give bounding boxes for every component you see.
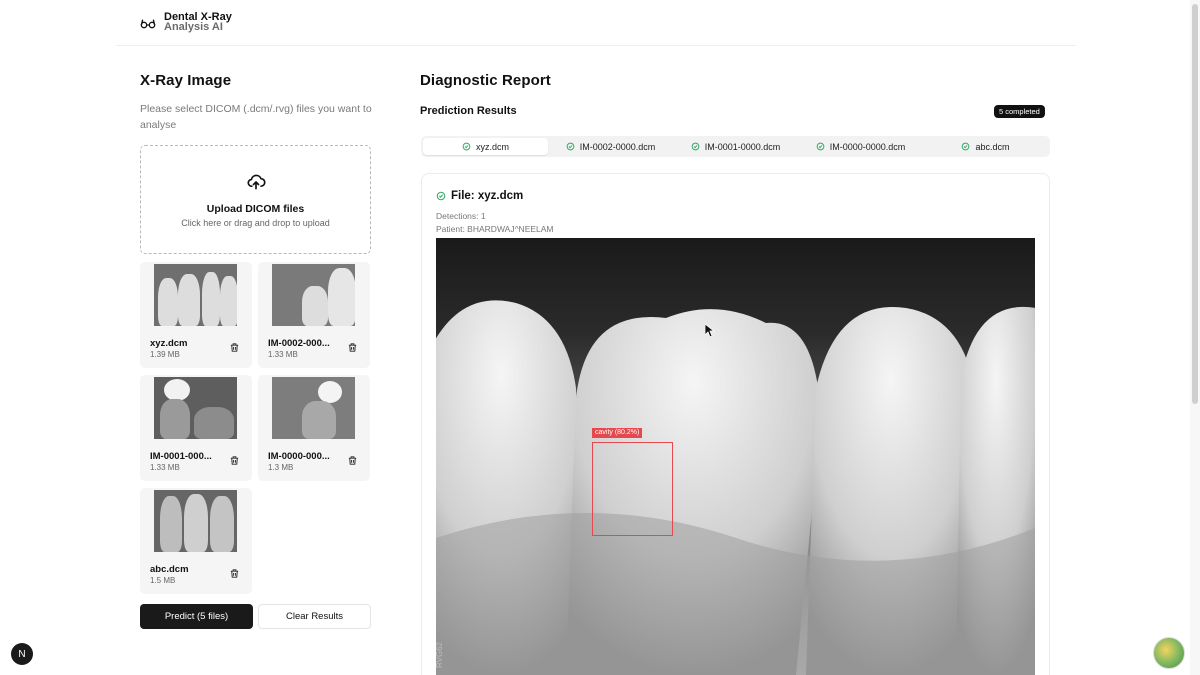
trash-icon[interactable] (347, 342, 358, 353)
file-name: IM-0001-000... (150, 451, 212, 462)
tab-abc[interactable]: abc.dcm (923, 138, 1048, 155)
dev-indicator-badge[interactable]: N (11, 643, 33, 665)
check-circle-icon (691, 142, 700, 151)
file-name: IM-0002-000... (268, 338, 330, 349)
check-circle-icon (816, 142, 825, 151)
tab-label: IM-0002-0000.dcm (579, 141, 656, 152)
check-circle-icon (962, 142, 970, 151)
trash-icon[interactable] (229, 455, 240, 466)
tab-label: xyz.dcm (475, 141, 509, 152)
file-title-text: File: xyz.dcm (451, 190, 524, 202)
check-circle-icon (462, 142, 471, 151)
file-card[interactable]: IM-0001-000... 1.33 MB (140, 375, 252, 481)
file-card[interactable]: abc.dcm 1.5 MB (140, 488, 252, 594)
predict-button[interactable]: Predict (5 files) (140, 604, 253, 629)
file-size: 1.39 MB (150, 350, 180, 359)
upload-title: Upload DICOM files (206, 203, 305, 215)
scrollbar-thumb[interactable] (1192, 4, 1198, 404)
upload-hint: Please select DICOM (.dcm/.rvg) files yo… (140, 103, 372, 131)
trash-icon[interactable] (347, 455, 358, 466)
detection-label: cavity (80.2%) (592, 428, 643, 438)
tab-label: IM-0001-0000.dcm (704, 141, 781, 152)
xray-thumbnail (154, 490, 237, 552)
xray-image-section: X-Ray Image Please select DICOM (.dcm/.r… (140, 72, 372, 133)
file-size: 1.5 MB (150, 576, 176, 585)
cursor-icon (705, 324, 715, 338)
app-brand[interactable]: Dental X-Ray Analysis AI (140, 12, 232, 33)
tab-label: IM-0000-0000.dcm (829, 141, 906, 152)
xray-thumbnail (272, 377, 355, 439)
tab-im-0002[interactable]: IM-0002-0000.dcm (548, 138, 673, 155)
upload-dropzone[interactable]: Upload DICOM files Click here or drag an… (140, 145, 371, 254)
file-size: 1.3 MB (268, 463, 294, 472)
trash-icon[interactable] (229, 568, 240, 579)
completed-badge: 5 completed (994, 105, 1045, 118)
patient-name: Patient: BHARDWAJ^NEELAM (436, 224, 554, 234)
file-card[interactable]: xyz.dcm 1.39 MB (140, 262, 252, 368)
xray-corner-text: RVG62 (436, 641, 444, 668)
app-subtitle: Analysis AI (164, 21, 223, 33)
xray-thumbnail (154, 264, 237, 326)
page-scrollbar[interactable] (1190, 0, 1200, 675)
file-size: 1.33 MB (268, 350, 298, 359)
file-name: xyz.dcm (150, 338, 188, 349)
trash-icon[interactable] (229, 342, 240, 353)
tab-xyz[interactable]: xyz.dcm (423, 138, 548, 155)
header-divider (116, 45, 1076, 46)
check-circle-icon (566, 142, 575, 151)
top-bar: Dental X-Ray Analysis AI (0, 0, 1200, 46)
result-file-title: File: xyz.dcm (436, 190, 523, 202)
xray-image: RVG62 (436, 238, 1035, 675)
glasses-icon (140, 19, 156, 28)
tab-label: abc.dcm (975, 141, 1010, 152)
file-card[interactable]: IM-0002-000... 1.33 MB (258, 262, 370, 368)
xray-thumbnail (272, 264, 355, 326)
avatar[interactable] (1153, 637, 1185, 669)
file-name: abc.dcm (150, 564, 189, 575)
file-tabs: xyz.dcm IM-0002-0000.dcm IM-0001-0000.dc… (421, 136, 1050, 157)
xray-thumbnail (154, 377, 237, 439)
tab-im-0001[interactable]: IM-0001-0000.dcm (673, 138, 798, 155)
file-size: 1.33 MB (150, 463, 180, 472)
tab-im-0000[interactable]: IM-0000-0000.dcm (798, 138, 923, 155)
file-name: IM-0000-000... (268, 451, 330, 462)
prediction-results-label: Prediction Results (420, 105, 517, 117)
file-card[interactable]: IM-0000-000... 1.3 MB (258, 375, 370, 481)
report-title: Diagnostic Report (420, 72, 551, 89)
detection-box[interactable] (592, 442, 673, 536)
check-circle-icon (436, 191, 446, 201)
section-title: X-Ray Image (140, 72, 232, 89)
clear-results-button[interactable]: Clear Results (258, 604, 371, 629)
upload-cloud-icon (246, 174, 266, 190)
detections-count: Detections: 1 (436, 211, 486, 221)
xray-viewer[interactable]: RVG62 (436, 238, 1035, 675)
upload-subtitle: Click here or drag and drop to upload (181, 218, 330, 228)
